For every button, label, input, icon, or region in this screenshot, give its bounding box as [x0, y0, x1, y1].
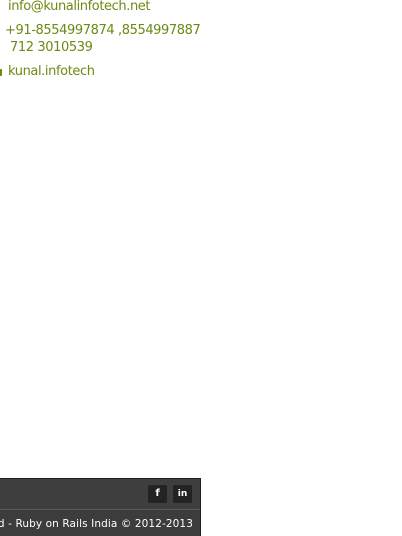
footer-divider [0, 509, 201, 510]
skype-id: kunal.infotech [8, 64, 95, 79]
footer-social-row: f in [0, 479, 201, 509]
facebook-icon[interactable]: f [148, 485, 167, 503]
footer-edge [200, 479, 201, 536]
linkedin-icon[interactable]: in [173, 485, 192, 503]
phone-number-alt: 712 3010539 [10, 40, 93, 55]
phone-number: +91-8554997874 ,8554997887 [5, 23, 201, 38]
email-link[interactable]: info@kunalinfotech.net [8, 0, 151, 15]
skype-icon [0, 69, 2, 76]
copyright-text: td - Ruby on Rails India © 2012-2013 [0, 518, 193, 530]
page: info@kunalinfotech.net +91-8554997874 ,8… [0, 0, 402, 536]
footer-bar: f in td - Ruby on Rails India © 2012-201… [0, 478, 201, 536]
